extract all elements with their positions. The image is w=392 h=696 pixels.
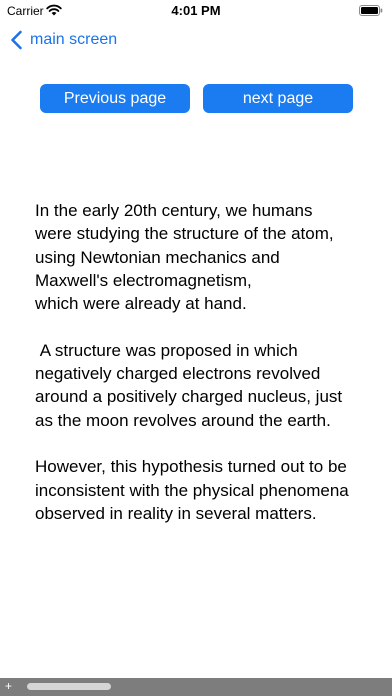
scroll-thumb[interactable] (27, 683, 111, 690)
page-text: In the early 20th century, we humans wer… (35, 201, 349, 523)
horizontal-scrollbar[interactable]: + (0, 678, 392, 696)
chevron-left-icon (11, 30, 22, 50)
back-button-label: main screen (30, 31, 118, 48)
status-bar: Carrier 4:01 PM (0, 0, 392, 22)
previous-page-button[interactable]: Previous page (40, 84, 190, 113)
next-page-button[interactable]: next page (203, 84, 353, 113)
plus-icon[interactable]: + (5, 678, 12, 694)
clock: 4:01 PM (171, 3, 221, 18)
back-button[interactable]: main screen (10, 29, 117, 51)
battery-icon (359, 5, 383, 16)
